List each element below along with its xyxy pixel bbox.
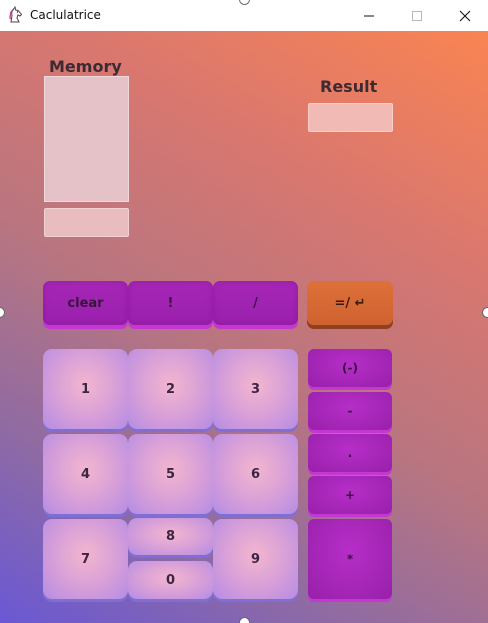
factorial-button[interactable]: ! — [128, 281, 213, 325]
resize-handle-bottom[interactable] — [239, 617, 250, 623]
result-label: Result — [320, 77, 378, 96]
clear-button[interactable]: clear — [43, 281, 128, 325]
maximize-icon — [412, 10, 422, 21]
memory-input-field[interactable] — [44, 208, 129, 237]
digit-6-button[interactable]: 6 — [213, 434, 298, 514]
resize-handle-right[interactable] — [482, 307, 488, 318]
digit-9-button[interactable]: 9 — [213, 519, 298, 599]
minus-button[interactable]: - — [308, 392, 392, 430]
result-field[interactable] — [308, 103, 393, 132]
memory-list[interactable] — [44, 76, 129, 202]
equals-button[interactable]: =/ ↵ — [307, 281, 393, 325]
digit-7-button[interactable]: 7 — [43, 519, 128, 599]
digit-2-button[interactable]: 2 — [128, 349, 213, 429]
maximize-button[interactable] — [394, 0, 440, 31]
unicorn-icon — [7, 5, 25, 24]
calculator-window: Caclulatrice Memory Result clear ! / =/ … — [0, 0, 488, 623]
digit-0-button[interactable]: 0 — [128, 561, 213, 599]
minimize-button[interactable] — [346, 0, 392, 31]
digit-5-button[interactable]: 5 — [128, 434, 213, 514]
plus-button[interactable]: + — [308, 476, 392, 514]
digit-3-button[interactable]: 3 — [213, 349, 298, 429]
decimal-point-button[interactable]: . — [308, 434, 392, 472]
close-button[interactable] — [442, 0, 488, 31]
digit-8-button[interactable]: 8 — [128, 518, 213, 555]
multiply-button[interactable]: * — [308, 519, 392, 599]
digit-1-button[interactable]: 1 — [43, 349, 128, 429]
memory-label: Memory — [49, 57, 122, 76]
window-title: Caclulatrice — [30, 8, 101, 22]
calculator-body: Memory Result clear ! / =/ ↵ 1 2 3 4 5 6… — [0, 31, 488, 623]
divide-button[interactable]: / — [213, 281, 298, 325]
negate-button[interactable]: (-) — [308, 349, 392, 387]
close-icon — [459, 10, 471, 21]
digit-4-button[interactable]: 4 — [43, 434, 128, 514]
minimize-icon — [364, 15, 374, 16]
